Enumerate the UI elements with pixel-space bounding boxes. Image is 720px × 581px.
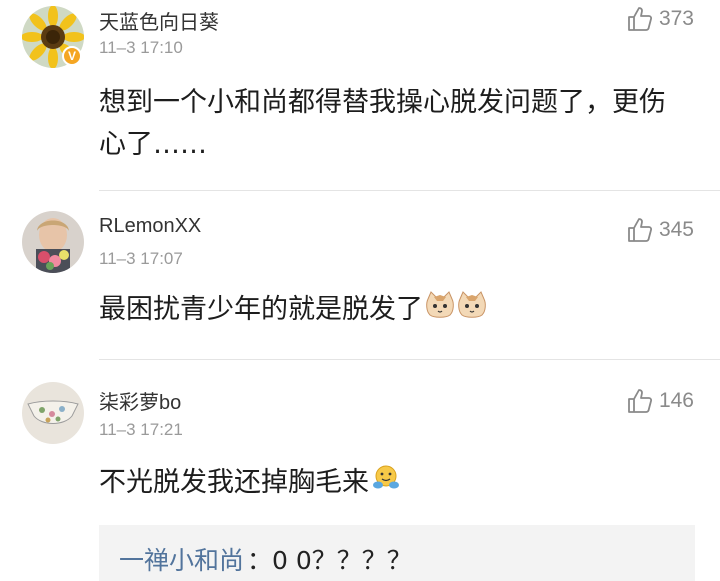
- comment-text-content: 不光脱发我还掉胸毛来: [99, 467, 369, 498]
- comment-text: 想到一个小和尚都得替我操心脱发问题了，更伤心了……: [99, 87, 666, 160]
- comment-feed: V 天蓝色向日葵 11–3 17:10 373 想到一个小和尚都得替我操心脱发问…: [0, 0, 720, 581]
- comment-text: 不光脱发我还掉胸毛来: [99, 462, 689, 505]
- like-count: 345: [658, 218, 694, 241]
- comment-username[interactable]: 柒彩萝bo: [99, 386, 181, 415]
- comment-timestamp: 11–3 17:10: [99, 38, 183, 57]
- cat-face-emoji: [425, 290, 455, 332]
- like-button[interactable]: 146: [627, 388, 694, 414]
- reply-preview[interactable]: 一禅小和尚 ：0 0？？？？: [99, 525, 695, 581]
- hug-face-emoji: [371, 463, 401, 505]
- comment-item: RLemonXX 11–3 17:07 345 最困扰青少年的就是脱发了: [0, 191, 720, 359]
- reply-text: ：0 0？？？？: [247, 541, 412, 577]
- like-button[interactable]: 373: [627, 6, 694, 32]
- cat-face-emoji: [457, 290, 487, 332]
- thumbs-up-icon: [628, 218, 652, 242]
- reply-content: 0 0？？？？: [272, 546, 412, 575]
- comment-item: V 天蓝色向日葵 11–3 17:10 373 想到一个小和尚都得替我操心脱发问…: [0, 0, 720, 190]
- comment-timestamp: 11–3 17:21: [99, 420, 183, 439]
- floral-fabric-avatar[interactable]: [22, 382, 84, 444]
- like-button[interactable]: 345: [627, 217, 694, 243]
- comment-text: 最困扰青少年的就是脱发了: [99, 289, 689, 332]
- thumbs-up-icon: [628, 389, 652, 413]
- reply-separator: ：: [247, 546, 273, 575]
- comment-text-content: 最困扰青少年的就是脱发了: [99, 294, 423, 325]
- person-with-flowers-avatar[interactable]: [22, 211, 84, 273]
- comment-timestamp: 11–3 17:07: [99, 249, 183, 268]
- comment-username[interactable]: 天蓝色向日葵: [99, 6, 219, 35]
- thumbs-up-icon: [628, 7, 652, 31]
- comment-username[interactable]: RLemonXX: [99, 215, 201, 238]
- like-count: 373: [658, 7, 694, 30]
- like-count: 146: [658, 389, 694, 412]
- reply-author-link[interactable]: 一禅小和尚: [119, 541, 244, 577]
- verified-badge-icon: V: [62, 46, 82, 66]
